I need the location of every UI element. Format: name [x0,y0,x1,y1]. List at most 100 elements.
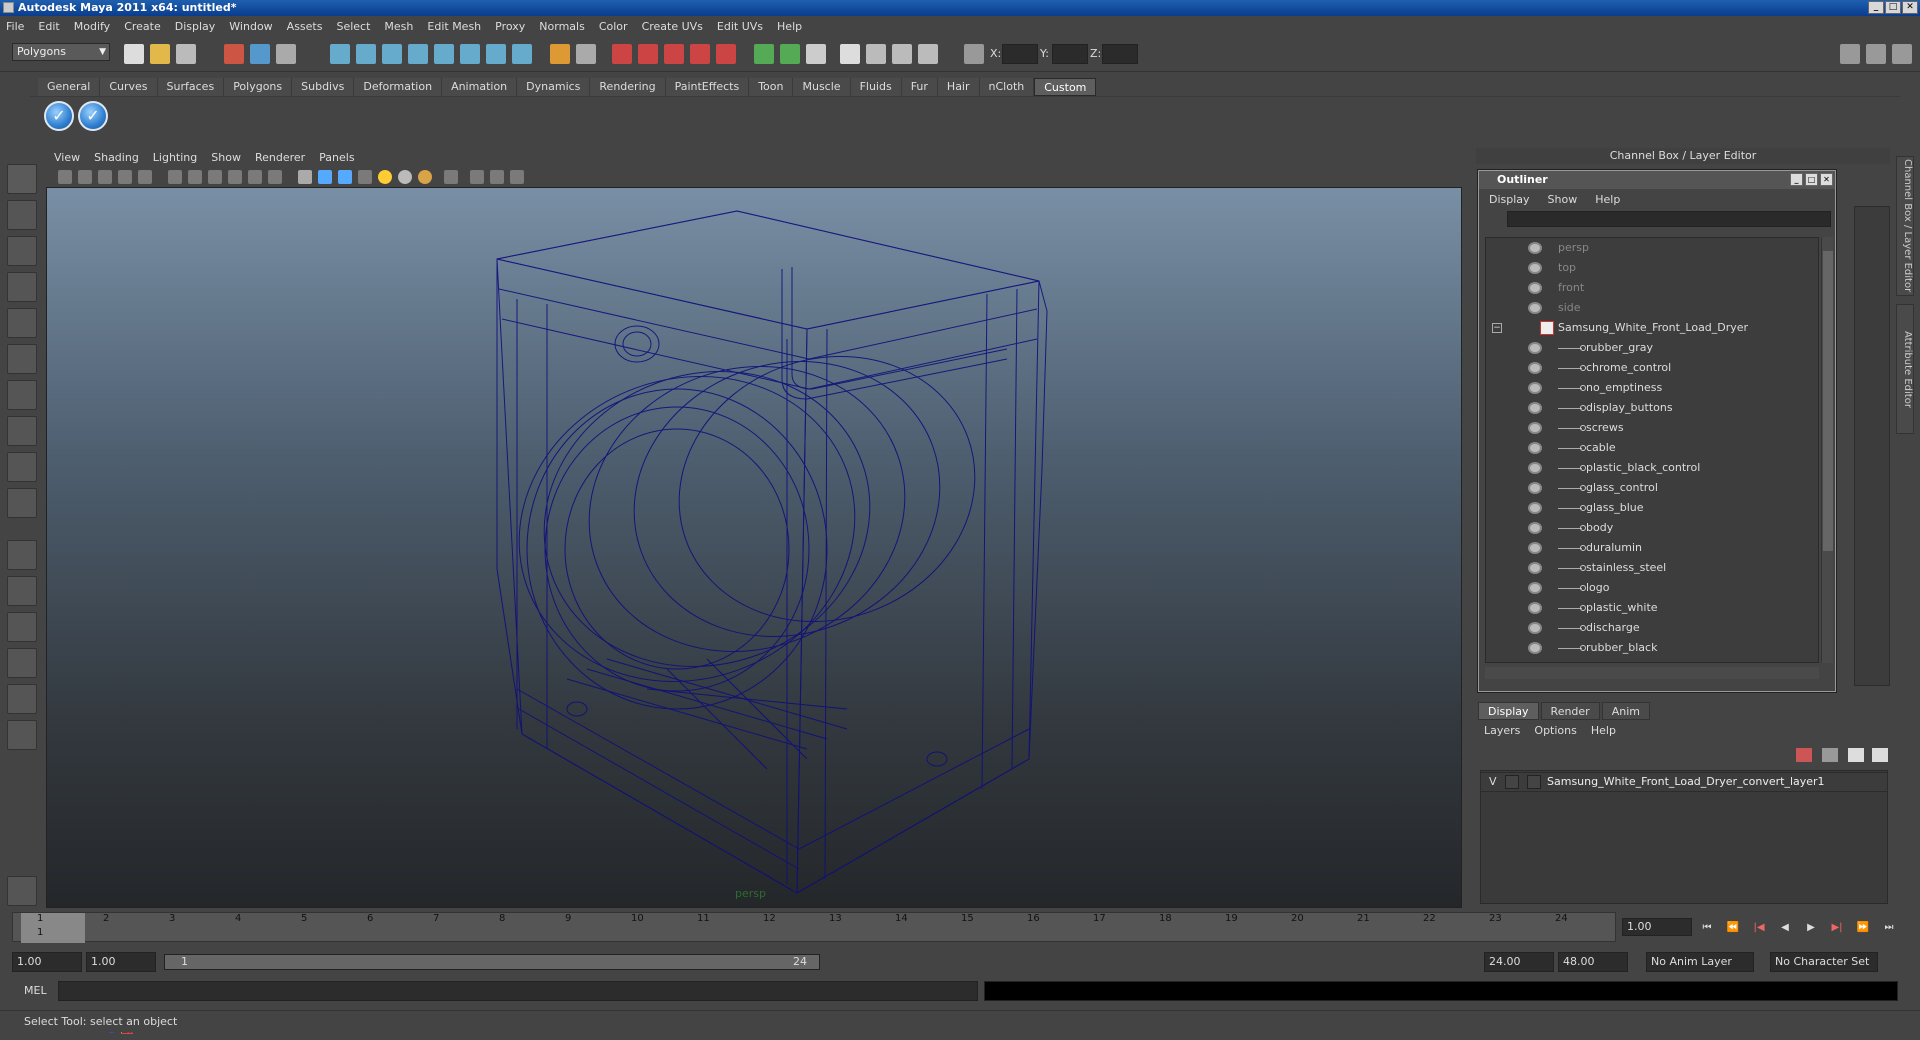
move-tool-icon[interactable] [7,272,37,302]
toggle-tool-settings-icon[interactable] [1866,44,1886,64]
command-language-label[interactable]: MEL [24,984,47,997]
scale-tool-icon[interactable] [7,344,37,374]
menu-window[interactable]: Window [229,20,272,33]
step-back-key-button[interactable]: ⏪ [1724,920,1742,936]
select-camera-icon[interactable] [58,170,72,184]
menu-mesh[interactable]: Mesh [384,20,413,33]
select-component-icon[interactable] [276,44,296,64]
new-layer-selected-icon[interactable] [1822,748,1838,762]
shelf-tab-animation[interactable]: Animation [442,78,518,96]
range-slider[interactable]: 1 24 [164,954,820,970]
smooth-shade-icon[interactable] [318,170,332,184]
outliner-item-child[interactable]: body [1486,518,1818,538]
play-forwards-button[interactable]: ▶ [1802,920,1820,936]
y-field[interactable] [1052,44,1088,64]
input-ops-icon[interactable] [754,44,774,64]
layer-color-swatch[interactable] [1527,775,1541,789]
outliner-horizontal-scrollbar[interactable] [1485,667,1819,679]
shadows-icon[interactable] [398,170,412,184]
tab-anim-layers[interactable]: Anim [1601,702,1650,720]
surface-mask-icon[interactable] [408,44,428,64]
outliner-close-button[interactable]: ✕ [1820,173,1833,186]
viewport-menu-shading[interactable]: Shading [94,151,139,164]
show-manipulator-icon[interactable] [7,452,37,482]
shelf-tab-ncloth[interactable]: nCloth [979,78,1035,96]
four-view-layout-icon[interactable] [7,576,37,606]
lock-selection-icon[interactable] [550,44,570,64]
snap-point-icon[interactable] [664,44,684,64]
outliner-item-child[interactable]: chrome_control [1486,358,1818,378]
checkmark-icon[interactable]: ✓ [78,101,108,131]
play-backwards-button[interactable]: ◀ [1776,920,1794,936]
go-to-end-button[interactable]: ⏭ [1880,920,1898,936]
perspective-viewport[interactable]: y x z persp [46,148,1462,1036]
menu-color[interactable]: Color [599,20,628,33]
viewport-menu-show[interactable]: Show [211,151,241,164]
outliner-item-child[interactable]: screws [1486,418,1818,438]
snap-view-plane-icon[interactable] [690,44,710,64]
field-chart-icon[interactable] [228,170,242,184]
highlight-selection-icon[interactable] [576,44,596,64]
grid-toggle-icon[interactable] [138,170,152,184]
curve-mask-icon[interactable] [382,44,402,64]
outliner-item-side[interactable]: side [1486,298,1818,318]
soft-modification-icon[interactable] [7,416,37,446]
maximize-button[interactable]: □ [1885,1,1901,14]
shelf-tab-general[interactable]: General [38,78,101,96]
outliner-item-child[interactable]: logo [1486,578,1818,598]
select-tool-icon[interactable] [7,164,37,194]
shelf-tab-subdivs[interactable]: Subdivs [292,78,355,96]
range-slider-fill[interactable] [165,955,819,969]
xray-joints-icon[interactable] [490,170,504,184]
display-layer-row[interactable]: V Samsung_White_Front_Load_Dryer_convert… [1480,772,1888,792]
xray-icon[interactable] [470,170,484,184]
playback-start-field[interactable]: 1.00 [86,952,156,972]
quick-layout-icon[interactable] [7,876,37,906]
layer-visibility-toggle[interactable]: V [1489,773,1497,791]
character-set-dropdown[interactable]: No Character Set [1770,952,1878,972]
animation-start-field[interactable]: 1.00 [12,952,82,972]
shelf-tab-polygons[interactable]: Polygons [224,78,293,96]
menu-normals[interactable]: Normals [539,20,585,33]
hypershade-layout-icon[interactable] [7,684,37,714]
outliner-item-front[interactable]: front [1486,278,1818,298]
deformer-mask-icon[interactable] [434,44,454,64]
isolate-select-icon[interactable] [444,170,458,184]
new-layer-icon[interactable] [1796,748,1812,762]
viewport-menu-lighting[interactable]: Lighting [153,151,197,164]
current-frame-field[interactable]: 1.00 [1622,918,1692,936]
menu-select[interactable]: Select [336,20,370,33]
shelf-tab-muscle[interactable]: Muscle [793,78,851,96]
shelf-tab-fluids[interactable]: Fluids [850,78,902,96]
dynamics-mask-icon[interactable] [460,44,480,64]
misc-mask-icon[interactable] [512,44,532,64]
shelf-tab-fur[interactable]: Fur [901,78,938,96]
step-back-frame-button[interactable]: |◀ [1750,920,1768,936]
shelf-tab-toon[interactable]: Toon [749,78,794,96]
outliner-menu-display[interactable]: Display [1489,193,1530,206]
use-default-lights-icon[interactable] [378,170,392,184]
shelf-tab-custom[interactable]: Custom [1034,78,1097,96]
shelf-tab-dynamics[interactable]: Dynamics [517,78,591,96]
wireframe-icon[interactable] [298,170,312,184]
outliner-graph-layout-icon[interactable] [7,720,37,750]
ipr-render-icon[interactable] [892,44,912,64]
anim-layer-dropdown[interactable]: No Anim Layer [1646,952,1754,972]
menu-edit-mesh[interactable]: Edit Mesh [427,20,481,33]
shelf-tab-rendering[interactable]: Rendering [590,78,666,96]
viewport-menu-panels[interactable]: Panels [319,151,354,164]
step-forward-key-button[interactable]: ⏩ [1854,920,1872,936]
menu-file[interactable]: File [6,20,24,33]
viewport-menu-view[interactable]: View [54,151,80,164]
transform-mode-icon[interactable] [964,44,984,64]
outliner-item-child[interactable]: no_emptiness [1486,378,1818,398]
single-perspective-layout-icon[interactable] [7,540,37,570]
outliner-menu-show[interactable]: Show [1548,193,1578,206]
safe-title-icon[interactable] [268,170,282,184]
outliner-minimize-button[interactable]: _ [1790,173,1803,186]
outliner-item-child[interactable]: plastic_black_control [1486,458,1818,478]
outliner-item-child[interactable]: rubber_black [1486,638,1818,658]
new-scene-icon[interactable] [124,44,144,64]
menu-create[interactable]: Create [124,20,161,33]
render-view-icon[interactable] [840,44,860,64]
